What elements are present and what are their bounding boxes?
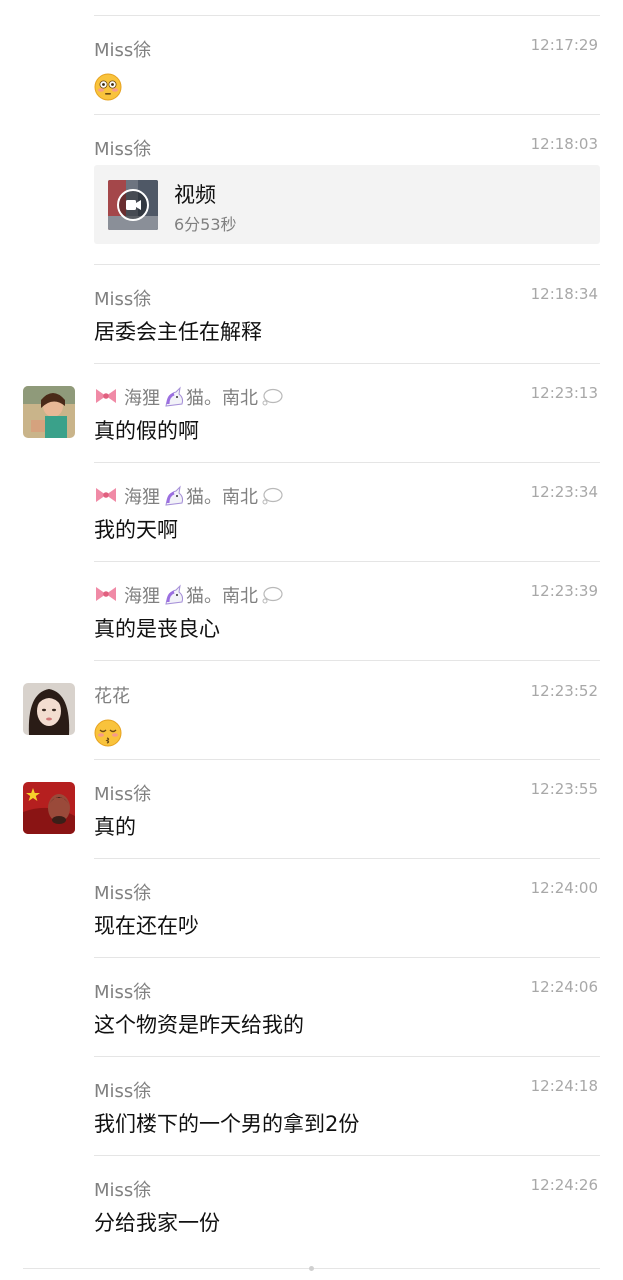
message-item[interactable]: Miss徐 12:18:03 视频 6分53秒 xyxy=(0,135,623,250)
thought-balloon-icon xyxy=(262,388,283,406)
unicorn-icon xyxy=(165,485,184,506)
divider xyxy=(94,858,600,859)
message-time: 12:24:00 xyxy=(530,879,598,897)
avatar-image xyxy=(23,782,75,834)
message-time: 12:23:55 xyxy=(530,780,598,798)
sender-name-part: 海狸 xyxy=(124,586,160,607)
message-item[interactable]: 海狸 猫。南北 12:23:34 我的天啊 xyxy=(0,483,623,553)
message-time: 12:23:39 xyxy=(530,582,598,600)
message-time: 12:24:06 xyxy=(530,978,598,996)
video-thumbnail-image xyxy=(108,180,158,230)
thought-balloon-icon xyxy=(262,586,283,604)
unicorn-icon xyxy=(165,386,184,407)
message-item[interactable]: Miss徐 12:24:06 这个物资是昨天给我的 xyxy=(0,978,623,1048)
sender-name[interactable]: 花花 xyxy=(94,682,130,708)
divider xyxy=(94,957,600,958)
sender-name[interactable]: 海狸 猫。南北 xyxy=(94,582,284,608)
message-time: 12:23:34 xyxy=(530,483,598,501)
divider xyxy=(94,561,600,562)
message-item[interactable]: 海狸 猫。南北 12:23:13 真的假的啊 xyxy=(0,384,623,454)
ribbon-bow-icon xyxy=(96,389,116,403)
message-text: 我的天啊 xyxy=(94,518,178,542)
video-message-card[interactable]: 视频 6分53秒 xyxy=(94,165,600,244)
sender-name[interactable]: Miss徐 xyxy=(94,780,151,806)
message-time: 12:24:18 xyxy=(530,1077,598,1095)
video-duration: 6分53秒 xyxy=(174,215,237,234)
avatar-image xyxy=(23,386,75,438)
thought-balloon-icon xyxy=(262,487,283,505)
message-time: 12:24:26 xyxy=(530,1176,598,1194)
message-item[interactable]: Miss徐 12:18:34 居委会主任在解释 xyxy=(0,285,623,355)
message-item[interactable]: Miss徐 12:24:26 分给我家一份 xyxy=(0,1176,623,1246)
sender-name-part: 海狸 xyxy=(124,388,160,409)
message-item[interactable]: 海狸 猫。南北 12:23:39 真的是丧良心 xyxy=(0,582,623,652)
message-text: 居委会主任在解释 xyxy=(94,320,262,344)
message-item[interactable]: Miss徐 12:23:55 真的 xyxy=(0,780,623,850)
unicorn-icon xyxy=(165,584,184,605)
sender-name[interactable]: Miss徐 xyxy=(94,135,151,161)
sender-name[interactable]: Miss徐 xyxy=(94,879,151,905)
message-item[interactable]: Miss徐 12:24:00 现在还在吵 xyxy=(0,879,623,949)
divider xyxy=(94,1056,600,1057)
message-text: 真的是丧良心 xyxy=(94,617,220,641)
video-thumbnail[interactable] xyxy=(108,180,158,230)
sender-name[interactable]: Miss徐 xyxy=(94,36,151,62)
avatar-image xyxy=(23,683,75,735)
message-item[interactable]: Miss徐 12:17:29 xyxy=(0,36,623,106)
message-text: 这个物资是昨天给我的 xyxy=(94,1013,304,1037)
message-time: 12:18:34 xyxy=(530,285,598,303)
divider xyxy=(94,462,600,463)
sender-name[interactable]: 海狸 猫。南北 xyxy=(94,483,284,509)
video-title: 视频 xyxy=(174,183,216,207)
message-text: 真的假的啊 xyxy=(94,419,199,443)
sender-name-part: 猫。南北 xyxy=(186,487,258,508)
divider xyxy=(94,264,600,265)
message-time: 12:17:29 xyxy=(530,36,598,54)
page-indicator-dot xyxy=(309,1266,314,1271)
message-item[interactable]: Miss徐 12:24:18 我们楼下的一个男的拿到2份 xyxy=(0,1077,623,1147)
flushed-face-emoji-icon xyxy=(94,73,122,101)
message-item[interactable]: 花花 12:23:52 xyxy=(0,682,623,752)
message-time: 12:18:03 xyxy=(530,135,598,153)
divider xyxy=(94,1155,600,1156)
sender-name[interactable]: Miss徐 xyxy=(94,1176,151,1202)
sender-name-part: 猫。南北 xyxy=(186,586,258,607)
avatar[interactable] xyxy=(23,683,75,735)
sender-name[interactable]: Miss徐 xyxy=(94,1077,151,1103)
message-text: 分给我家一份 xyxy=(94,1211,220,1235)
divider xyxy=(94,114,600,115)
avatar[interactable] xyxy=(23,386,75,438)
message-time: 12:23:52 xyxy=(530,682,598,700)
divider xyxy=(94,15,600,16)
sender-name-part: 海狸 xyxy=(124,487,160,508)
message-time: 12:23:13 xyxy=(530,384,598,402)
message-text: 我们楼下的一个男的拿到2份 xyxy=(94,1112,360,1136)
ribbon-bow-icon xyxy=(96,488,116,502)
divider xyxy=(94,759,600,760)
divider xyxy=(94,363,600,364)
message-text: 真的 xyxy=(94,815,136,839)
avatar[interactable] xyxy=(23,782,75,834)
sender-name[interactable]: Miss徐 xyxy=(94,285,151,311)
kissing-closed-eyes-face-emoji-icon xyxy=(94,719,122,747)
sender-name[interactable]: 海狸 猫。南北 xyxy=(94,384,284,410)
sender-name-part: 猫。南北 xyxy=(186,388,258,409)
message-text: 现在还在吵 xyxy=(94,914,199,938)
ribbon-bow-icon xyxy=(96,587,116,601)
divider xyxy=(94,660,600,661)
sender-name[interactable]: Miss徐 xyxy=(94,978,151,1004)
